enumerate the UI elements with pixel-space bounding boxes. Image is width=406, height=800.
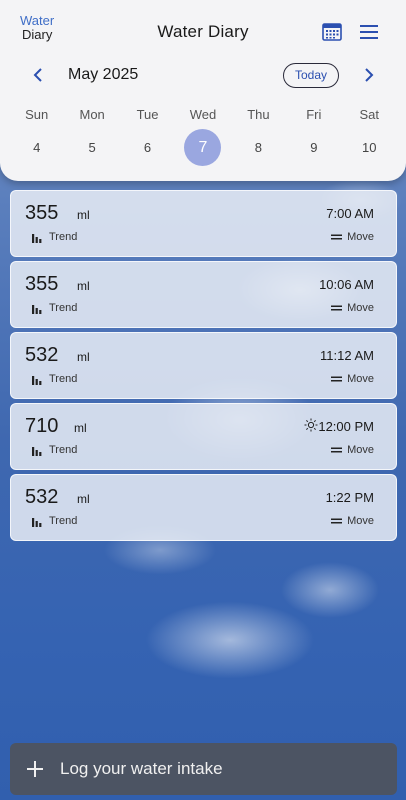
move-label: Move: [347, 444, 374, 456]
bar-chart-icon: [32, 233, 42, 243]
trend-label: Trend: [49, 231, 78, 243]
calendar-icon: [322, 23, 342, 41]
drag-handle-icon: [331, 518, 343, 524]
trend-button[interactable]: Trend: [31, 231, 77, 243]
bar-chart-icon: [32, 446, 42, 456]
move-handle[interactable]: Move: [331, 373, 374, 385]
intake-time: 10:06 AM: [319, 277, 374, 292]
day-number: 10: [362, 140, 377, 155]
trend-label: Trend: [49, 515, 78, 527]
intake-amount: 532: [25, 344, 59, 366]
day-row: 4 5 6 7 8 9 10: [9, 129, 397, 166]
entry-list: 355 ml 7:00 AM Trend Move 355 ml 10:06 A…: [10, 190, 397, 545]
day-number: 5: [88, 140, 96, 155]
weekday-label: Sun: [25, 107, 49, 122]
trend-button[interactable]: Trend: [31, 515, 77, 527]
intake-amount: 355: [25, 202, 59, 224]
intake-time: 1:22 PM: [325, 490, 374, 505]
trend-button[interactable]: Trend: [31, 302, 77, 314]
intake-unit: ml: [74, 421, 87, 435]
move-handle[interactable]: Move: [331, 231, 374, 243]
bar-chart-icon: [32, 304, 42, 314]
next-month-button[interactable]: [359, 66, 377, 84]
day-cell[interactable]: 9: [286, 129, 341, 166]
bar-chart-icon: [32, 375, 42, 385]
trend-label: Trend: [49, 373, 78, 385]
weekday-label: Mon: [79, 107, 105, 122]
trend-label: Trend: [49, 302, 78, 314]
prev-month-button[interactable]: [30, 66, 48, 84]
move-label: Move: [347, 373, 374, 385]
move-handle[interactable]: Move: [331, 444, 374, 456]
weekday-label: Tue: [136, 107, 159, 122]
trend-label: Trend: [49, 444, 78, 456]
day-cell[interactable]: 8: [231, 129, 286, 166]
day-cell[interactable]: 5: [64, 129, 119, 166]
intake-unit: ml: [77, 350, 90, 364]
drag-handle-icon: [331, 376, 343, 382]
intake-entry-card[interactable]: 355 ml 7:00 AM Trend Move: [10, 190, 397, 257]
day-number: 7: [184, 129, 222, 166]
intake-unit: ml: [77, 208, 90, 222]
intake-unit: ml: [77, 279, 90, 293]
intake-time: 11:12 AM: [320, 348, 374, 363]
intake-entry-card[interactable]: 532 ml 1:22 PM Trend Move: [10, 474, 397, 541]
intake-unit: ml: [77, 492, 90, 506]
log-water-button[interactable]: Log your water intake: [10, 743, 397, 795]
intake-entry-card[interactable]: 355 ml 10:06 AM Trend Move: [10, 261, 397, 328]
move-label: Move: [347, 231, 374, 243]
drag-handle-icon: [331, 305, 343, 311]
hamburger-menu-icon: [360, 25, 378, 39]
intake-entry-card[interactable]: 532 ml 11:12 AM Trend Move: [10, 332, 397, 399]
intake-time: 7:00 AM: [326, 206, 374, 221]
weekday-label: Thu: [247, 107, 270, 122]
trend-button[interactable]: Trend: [31, 444, 77, 456]
weekday-label: Wed: [189, 107, 217, 122]
intake-entry-card[interactable]: 710 ml 12:00 PM Trend Move: [10, 403, 397, 470]
intake-amount: 532: [25, 486, 59, 508]
move-label: Move: [347, 302, 374, 314]
intake-time: 12:00 PM: [318, 419, 374, 434]
move-label: Move: [347, 515, 374, 527]
drag-handle-icon: [331, 234, 343, 240]
trend-button[interactable]: Trend: [31, 373, 77, 385]
chevron-right-icon: [365, 68, 374, 82]
day-number: 6: [143, 140, 152, 155]
bar-chart-icon: [32, 517, 42, 527]
app-header: Water Diary Water Diary May 2025 Today S…: [0, 0, 406, 181]
page-title: Water Diary: [157, 22, 249, 41]
day-cell[interactable]: 4: [9, 129, 64, 166]
move-handle[interactable]: Move: [331, 302, 374, 314]
plus-icon: [27, 761, 43, 777]
chevron-left-icon: [33, 68, 42, 82]
day-cell[interactable]: 10: [342, 129, 397, 166]
log-water-label: Log your water intake: [60, 759, 223, 778]
day-number: 8: [254, 140, 262, 155]
day-number: 4: [33, 140, 41, 155]
calendar-button[interactable]: [321, 21, 343, 43]
weekday-label: Fri: [306, 107, 322, 122]
month-label: May 2025: [68, 66, 139, 83]
intake-amount: 710: [25, 415, 59, 437]
sun-icon: [304, 418, 318, 432]
menu-button[interactable]: [358, 22, 380, 42]
day-cell-selected[interactable]: 7: [175, 129, 230, 166]
weekday-row: Sun Mon Tue Wed Thu Fri Sat: [9, 107, 397, 122]
day-number: 9: [310, 140, 318, 155]
drag-handle-icon: [331, 447, 343, 453]
today-button[interactable]: Today: [283, 63, 339, 88]
intake-amount: 355: [25, 273, 59, 295]
move-handle[interactable]: Move: [331, 515, 374, 527]
day-cell[interactable]: 6: [120, 129, 175, 166]
weekday-label: Sat: [359, 107, 379, 122]
